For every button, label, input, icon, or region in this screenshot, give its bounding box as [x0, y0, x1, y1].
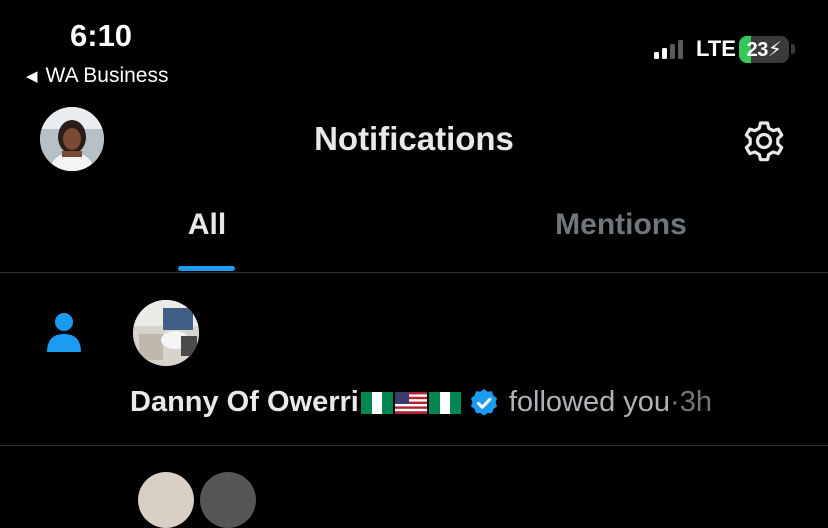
nigeria-flag-icon: [428, 391, 461, 414]
tab-all[interactable]: All: [0, 208, 414, 242]
back-app-label: WA Business: [45, 64, 169, 87]
notification-separator: ·: [670, 386, 680, 418]
back-triangle-icon: ◀: [26, 68, 38, 85]
tabs-divider: [0, 272, 828, 273]
person-follow-icon: [47, 313, 81, 352]
notification-divider: [0, 445, 828, 446]
next-notification-avatar[interactable]: [200, 472, 256, 528]
cellular-signal-icon: [654, 40, 683, 59]
settings-gear-icon[interactable]: [742, 119, 786, 163]
notification-text: Danny Of Owerri followed you · 3h: [130, 386, 712, 419]
next-notification-avatar[interactable]: [138, 472, 194, 528]
follower-photo: [133, 300, 199, 366]
battery-icon: 23⚡: [739, 36, 789, 63]
back-to-app-button[interactable]: ◀ WA Business: [26, 64, 168, 88]
charging-bolt-icon: ⚡: [767, 39, 782, 61]
notification-time: 3h: [679, 386, 712, 418]
status-time: 6:10: [70, 18, 133, 53]
us-flag-icon: [394, 391, 427, 414]
battery-cap: [791, 44, 795, 54]
page-title: Notifications: [314, 120, 514, 157]
follower-avatar[interactable]: [133, 300, 199, 366]
network-type: LTE: [696, 36, 736, 61]
nigeria-flag-icon: [360, 391, 393, 414]
verified-badge-icon: [470, 388, 497, 416]
battery-percentage: 23: [746, 39, 769, 61]
notification-action: followed you: [508, 386, 671, 418]
follower-name[interactable]: Danny Of Owerri: [130, 386, 359, 419]
tab-mentions[interactable]: Mentions: [414, 208, 828, 242]
active-tab-indicator: [178, 266, 235, 271]
